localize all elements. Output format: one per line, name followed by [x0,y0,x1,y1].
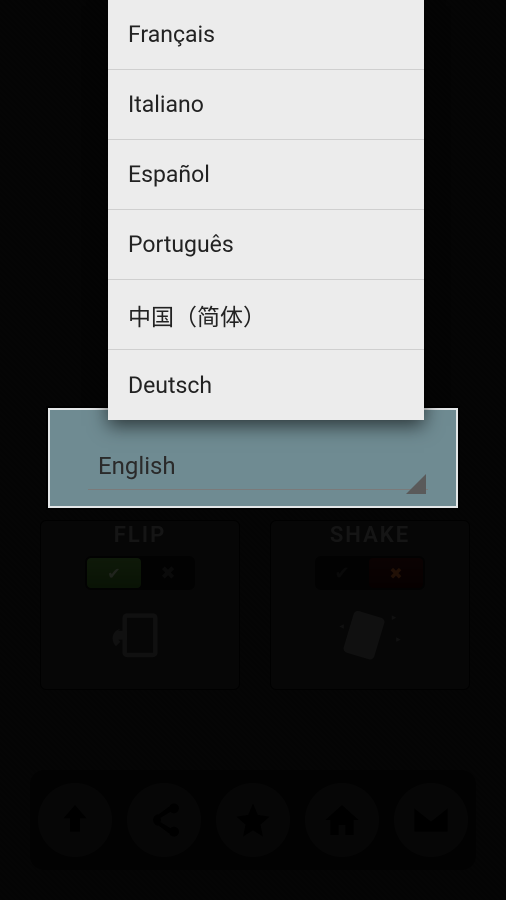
language-option[interactable]: Português [108,210,424,280]
language-option[interactable]: Deutsch [108,350,424,420]
chevron-down-icon [406,474,426,494]
language-option[interactable]: Italiano [108,70,424,140]
language-dropdown: FrançaisItalianoEspañolPortuguês中国（简体）De… [108,0,424,420]
language-select-open[interactable]: English [48,408,458,508]
language-select-value: English [98,452,176,480]
language-option[interactable]: 中国（简体） [108,280,424,350]
language-option[interactable]: Español [108,140,424,210]
language-option[interactable]: Français [108,0,424,70]
